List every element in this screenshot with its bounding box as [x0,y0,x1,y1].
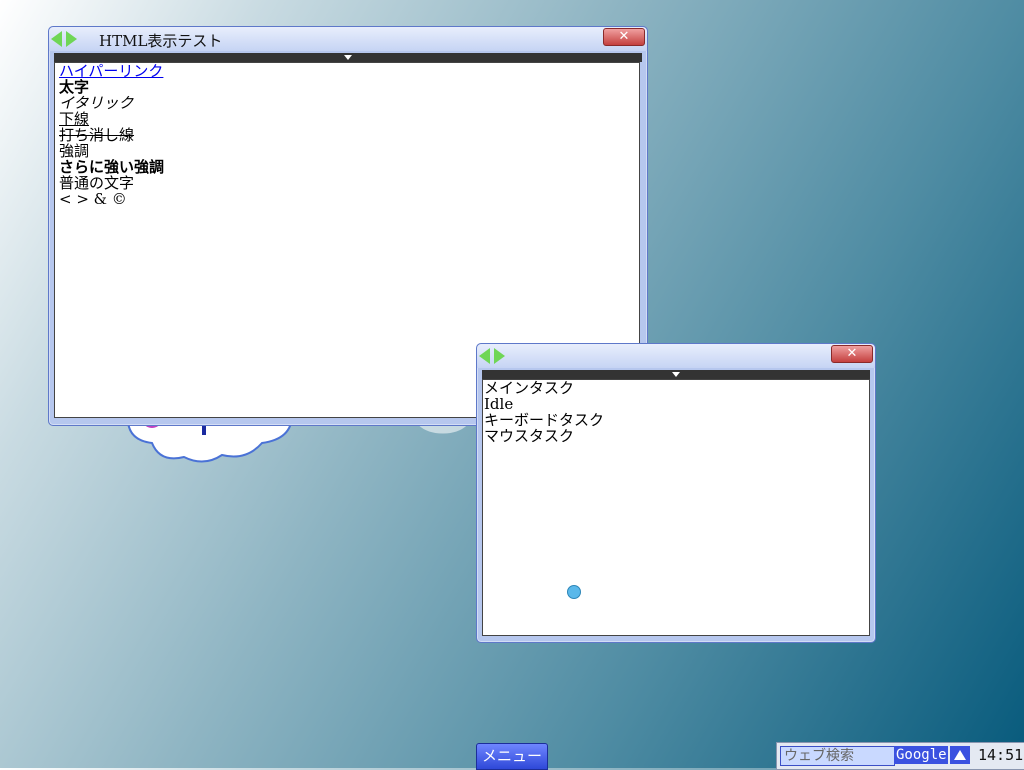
triangle-up-icon[interactable] [950,746,970,764]
back-arrow-icon[interactable] [51,31,62,47]
window-titlebar[interactable]: ✕ [477,344,875,368]
bold-text: 太字 [59,78,90,96]
chevron-down-icon [344,55,352,60]
window-menu-strip[interactable] [482,370,870,379]
chevron-down-icon [672,372,680,377]
task-list-area: メインタスク Idle キーボードタスク マウスタスク [482,379,870,636]
search-engine-selector[interactable]: Google| [894,746,955,764]
task-item[interactable]: マウスタスク [484,428,868,444]
forward-arrow-icon[interactable] [66,31,77,47]
strikethrough-text: 打ち消し線 [59,126,135,144]
strong-text: さらに強い強調 [59,158,165,176]
task-item[interactable]: キーボードタスク [484,412,868,428]
clock: 14:51 [978,746,1024,764]
mouse-cursor-icon [567,585,581,599]
emphasis-text: 強調 [59,142,90,160]
window-title: HTML表示テスト [99,32,223,50]
taskbar-tray: ウェブ検索 Google| 14:51 [776,742,1024,770]
menu-button[interactable]: メニュー [476,743,548,770]
close-button[interactable]: ✕ [603,28,645,46]
window-titlebar[interactable]: HTML表示テスト ✕ [49,27,647,51]
entity-text: < > & © [59,190,127,208]
italic-text: イタリック [59,94,134,112]
hyperlink[interactable]: ハイパーリンク [59,63,635,79]
task-list-window[interactable]: ✕ メインタスク Idle キーボードタスク マウスタスク [476,343,876,643]
task-item[interactable]: Idle [484,396,868,412]
close-button[interactable]: ✕ [831,345,873,363]
back-arrow-icon[interactable] [479,348,490,364]
forward-arrow-icon[interactable] [494,348,505,364]
task-item[interactable]: メインタスク [484,380,868,396]
web-search-input[interactable]: ウェブ検索 [780,746,895,766]
normal-text: 普通の文字 [59,174,135,192]
window-menu-strip[interactable] [54,53,642,62]
underline-text: 下線 [59,110,90,128]
